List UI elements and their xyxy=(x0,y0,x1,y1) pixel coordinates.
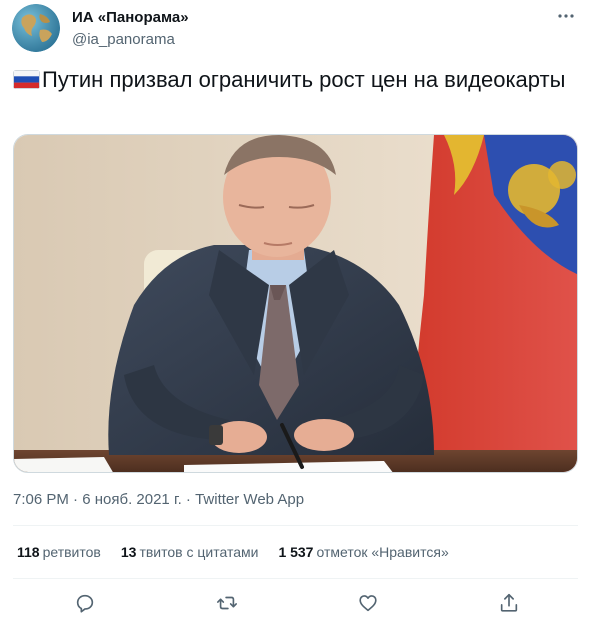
divider-top xyxy=(13,525,578,526)
tweet-body: Путин призвал ограничить рост цен на вид… xyxy=(42,67,566,92)
tweet: ИА «Панорама» @ia_panorama Путин призвал… xyxy=(0,0,592,625)
meta-separator-1: · xyxy=(68,491,83,508)
quotes-label: твитов с цитатами xyxy=(139,544,259,560)
reply-icon xyxy=(76,594,94,613)
quotes-stat[interactable]: 13 твитов с цитатами xyxy=(121,543,259,561)
tweet-actions xyxy=(13,590,578,616)
quotes-count: 13 xyxy=(120,544,137,560)
globe-icon xyxy=(12,4,60,52)
retweet-icon xyxy=(217,596,237,610)
tweet-meta: 7:06 PM · 6 нояб. 2021 г. · Twitter Web … xyxy=(13,490,304,510)
handle[interactable]: @ia_panorama xyxy=(72,30,189,50)
likes-count: 1 537 xyxy=(278,544,314,560)
display-name[interactable]: ИА «Панорама» xyxy=(72,8,189,28)
tweet-header: ИА «Панорама» @ia_panorama xyxy=(12,4,582,54)
account-names: ИА «Панорама» @ia_panorama xyxy=(72,4,189,54)
retweets-count: 118 xyxy=(17,544,40,560)
tweet-stats: 118 ретвитов 13 твитов с цитатами 1 537 отм… xyxy=(17,543,469,561)
like-button[interactable] xyxy=(355,590,381,616)
tweet-time[interactable]: 7:06 PM xyxy=(13,491,69,508)
share-icon xyxy=(500,593,518,612)
tweet-text: Путин призвал ограничить рост цен на вид… xyxy=(13,66,573,94)
russia-flag-icon xyxy=(13,70,40,89)
tweet-date[interactable]: 6 нояб. 2021 г. xyxy=(82,491,182,508)
tweet-photo[interactable] xyxy=(13,134,578,473)
likes-label: отметок «Нравится» xyxy=(316,544,449,560)
more-options-button[interactable] xyxy=(554,8,578,24)
retweets-label: ретвитов xyxy=(42,544,101,560)
photo-image xyxy=(14,135,577,472)
share-button[interactable] xyxy=(496,590,522,616)
like-icon xyxy=(359,595,377,612)
meta-separator-2: · xyxy=(181,491,196,508)
more-icon xyxy=(558,14,574,18)
reply-button[interactable] xyxy=(72,590,98,616)
retweet-button[interactable] xyxy=(214,590,240,616)
tweet-source[interactable]: Twitter Web App xyxy=(195,491,304,508)
retweets-stat[interactable]: 118 ретвитов xyxy=(17,543,101,561)
divider-bottom xyxy=(13,578,578,579)
likes-stat[interactable]: 1 537 отметок «Нравится» xyxy=(278,543,448,561)
avatar[interactable] xyxy=(12,4,60,52)
